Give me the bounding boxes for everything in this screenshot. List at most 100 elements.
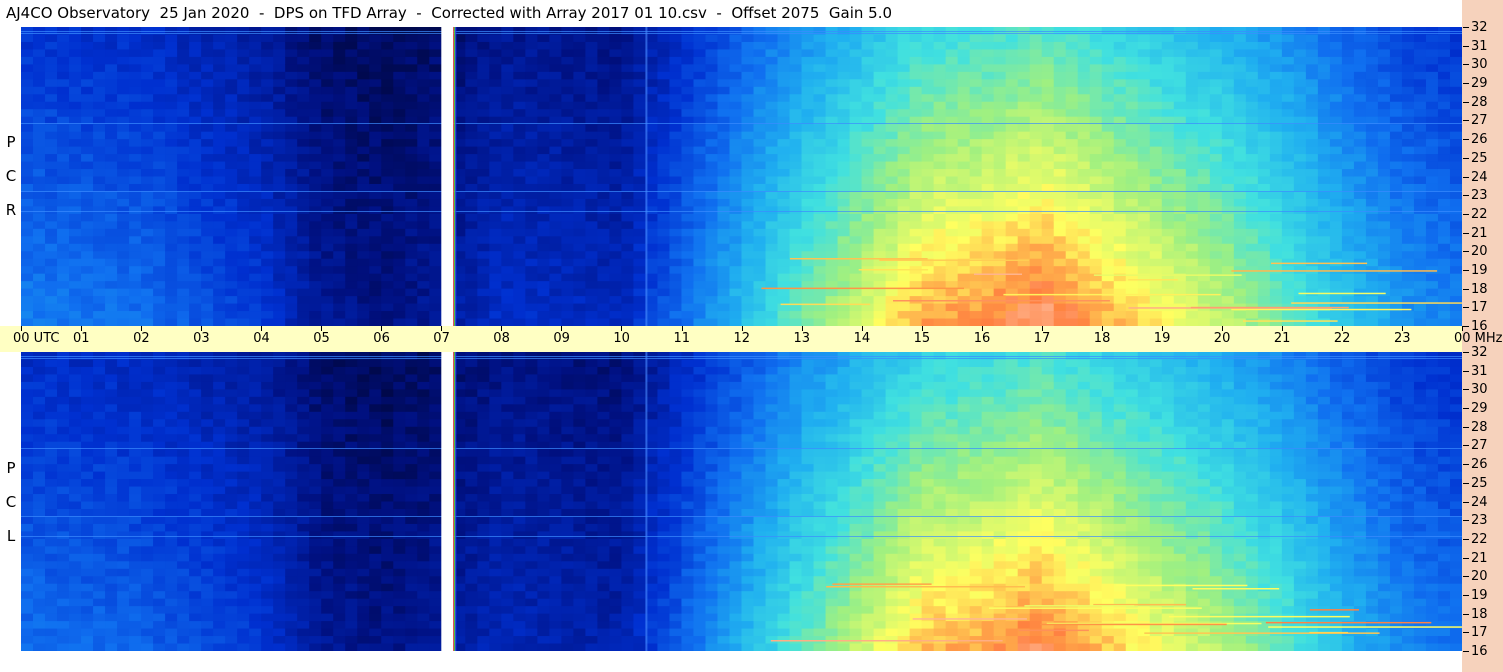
heatmap-cell <box>129 131 142 140</box>
heatmap-cell <box>1449 236 1462 245</box>
heatmap-cell <box>753 258 767 267</box>
heatmap-cell <box>93 176 106 185</box>
heatmap-cell <box>201 243 214 252</box>
heatmap-cell <box>705 161 719 170</box>
heatmap-cell <box>1053 154 1067 163</box>
heatmap-cell <box>465 109 478 118</box>
heatmap-cell <box>201 169 214 178</box>
heatmap-cell <box>921 318 935 326</box>
heatmap-cell <box>669 183 683 193</box>
heatmap-cell <box>21 258 34 267</box>
heatmap-cell <box>513 243 526 252</box>
heatmap-cell <box>1041 213 1055 222</box>
heatmap-cell <box>33 79 46 88</box>
heatmap-cell <box>1161 169 1175 178</box>
heatmap-cell <box>861 273 875 282</box>
heatmap-cell <box>921 56 935 65</box>
heatmap-cell <box>741 243 755 252</box>
heatmap-cell <box>945 34 959 43</box>
heatmap-cell <box>897 139 911 148</box>
heatmap-cell <box>537 243 550 252</box>
heatmap-cell <box>1077 64 1091 73</box>
heatmap-cell <box>1365 101 1379 110</box>
heatmap-cell <box>1197 258 1211 267</box>
heatmap-cell <box>1329 213 1343 222</box>
heatmap-cell <box>1053 251 1067 260</box>
heatmap-cell <box>273 288 286 297</box>
heatmap-cell <box>369 221 382 230</box>
heatmap-cell <box>57 561 70 570</box>
heatmap-cell <box>141 109 154 118</box>
heatmap-cell <box>165 243 178 252</box>
heatmap-cell <box>297 311 310 320</box>
heatmap-cell <box>57 381 70 390</box>
heatmap-cell <box>717 281 731 290</box>
heatmap-cell <box>1245 251 1259 260</box>
heatmap-cell <box>729 56 743 65</box>
heatmap-cell <box>1065 56 1079 65</box>
heatmap-cell <box>957 191 971 200</box>
heatmap-cell <box>1017 86 1031 95</box>
heatmap-cell <box>465 213 478 222</box>
heatmap-cell <box>405 64 418 73</box>
heatmap-cell <box>321 206 334 215</box>
heatmap-cell <box>1425 183 1439 193</box>
heatmap-cell <box>333 296 346 305</box>
heatmap-cell <box>849 146 863 155</box>
heatmap-cell <box>1401 169 1415 178</box>
heatmap-cell <box>213 131 226 140</box>
heatmap-cell <box>261 86 274 95</box>
heatmap-cell <box>585 176 598 185</box>
heatmap-cell <box>93 56 106 65</box>
heatmap-cell <box>1137 191 1151 200</box>
heatmap-cell <box>1053 318 1067 326</box>
heatmap-cell <box>1329 41 1343 51</box>
heatmap-cell <box>1185 221 1199 230</box>
heatmap-cell <box>1197 71 1211 80</box>
heatmap-cell <box>705 213 719 222</box>
heatmap-cell <box>213 311 226 320</box>
heatmap-cell <box>825 154 839 163</box>
heatmap-cell <box>225 183 238 193</box>
heatmap-cell <box>237 86 250 95</box>
heatmap-cell <box>141 101 154 110</box>
heatmap-cell <box>1329 281 1343 290</box>
heatmap-cell <box>669 49 683 58</box>
heatmap-cell <box>1089 258 1103 267</box>
heatmap-cell <box>405 49 418 58</box>
burst-streak <box>1291 302 1462 304</box>
heatmap-cell <box>489 236 502 245</box>
heatmap-cell <box>897 183 911 193</box>
heatmap-cell <box>1209 236 1223 245</box>
heatmap-cell <box>981 281 995 290</box>
heatmap-cell <box>189 64 202 73</box>
heatmap-cell <box>57 426 70 435</box>
heatmap-cell <box>1245 139 1259 148</box>
heatmap-cell <box>1029 258 1043 267</box>
heatmap-cell <box>381 41 394 51</box>
heatmap-cell <box>693 131 707 140</box>
heatmap-cell <box>1065 94 1079 103</box>
heatmap-cell <box>1029 221 1043 230</box>
heatmap-cell <box>45 41 58 51</box>
heatmap-cell <box>585 71 598 80</box>
heatmap-cell <box>417 154 430 163</box>
heatmap-cell <box>513 139 526 148</box>
heatmap-cell <box>261 34 274 43</box>
heatmap-cell <box>345 79 358 88</box>
heatmap-cell <box>897 206 911 215</box>
heatmap-cell <box>945 161 959 170</box>
heatmap-cell <box>1005 79 1019 88</box>
heatmap-cell <box>1005 198 1019 207</box>
heatmap-cell <box>249 236 262 245</box>
heatmap-cell <box>933 49 947 58</box>
heatmap-cell <box>597 64 611 73</box>
heatmap-cell <box>585 191 598 200</box>
heatmap-cell <box>45 198 58 207</box>
heatmap-cell <box>189 71 202 80</box>
heatmap-cell <box>69 154 82 163</box>
heatmap-cell <box>489 213 502 222</box>
heatmap-cell <box>1173 258 1187 267</box>
heatmap-cell <box>1005 41 1019 51</box>
heatmap-cell <box>1065 311 1079 320</box>
